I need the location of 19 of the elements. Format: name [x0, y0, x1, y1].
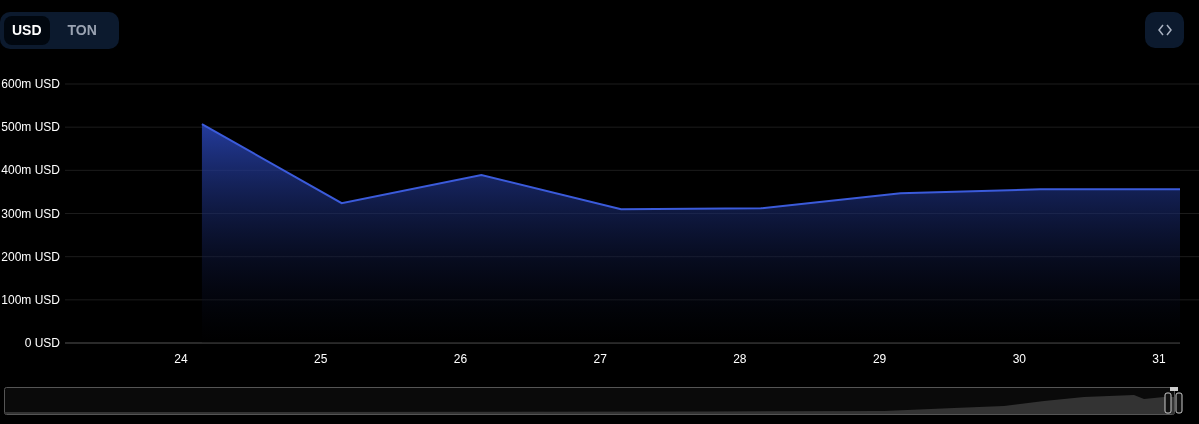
y-axis-label: 600m USD	[1, 77, 60, 91]
y-axis-label: 0 USD	[24, 336, 60, 350]
x-axis-label: 29	[872, 352, 887, 366]
currency-tab[interactable]: USD	[4, 15, 50, 45]
y-axis-label: 500m USD	[1, 120, 60, 135]
y-axis-label: 200m USD	[1, 249, 60, 264]
x-axis-label: 25	[314, 352, 328, 366]
y-axis-label: 300m USD	[1, 206, 60, 221]
code-icon	[1157, 24, 1172, 36]
y-axis-label: 100m USD	[1, 292, 60, 307]
embed-button[interactable]	[1145, 12, 1184, 48]
y-axis-label: 400m USD	[1, 163, 60, 178]
x-axis-label: 27	[593, 352, 607, 366]
x-axis-label: 24	[174, 352, 188, 366]
currency-tab[interactable]: TON	[49, 15, 115, 45]
x-axis-label: 26	[453, 352, 468, 366]
x-axis-label: 28	[733, 352, 747, 366]
x-axis-label: 30	[1012, 352, 1026, 366]
x-axis-label: 31	[1152, 352, 1166, 366]
